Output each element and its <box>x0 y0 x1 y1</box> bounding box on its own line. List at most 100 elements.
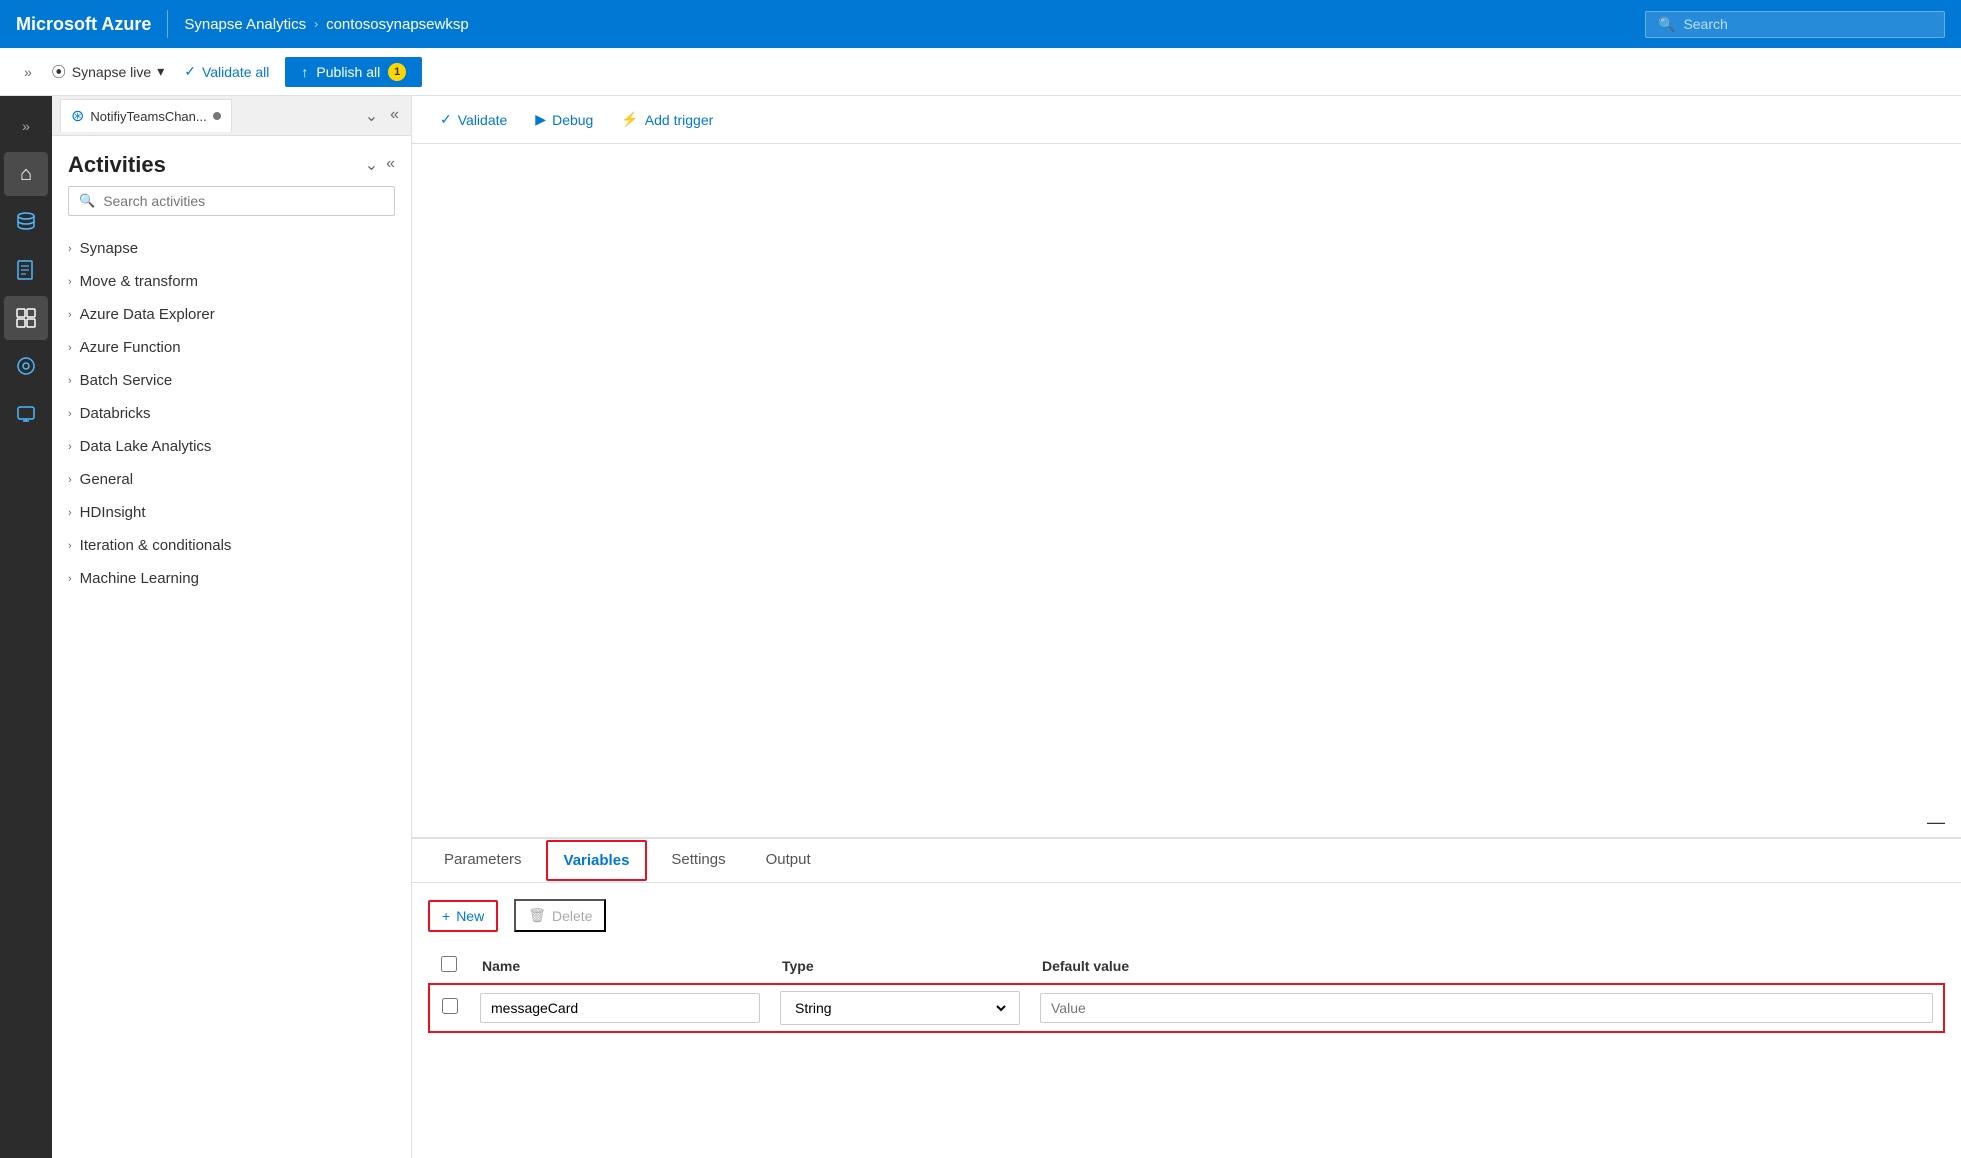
publish-all-button[interactable]: ↑ Publish all 1 <box>285 57 422 87</box>
pipeline-tab[interactable]: ⊛ NotifiyTeamsChan... <box>60 99 232 132</box>
validate-icon: ✓ <box>184 63 196 80</box>
activity-category-item[interactable]: › Data Lake Analytics <box>52 430 411 463</box>
col-header-name: Name <box>470 948 770 984</box>
row-type-cell: String Boolean Array <box>770 984 1030 1032</box>
activity-category-item[interactable]: ›Azure Function <box>52 331 411 364</box>
global-search-box[interactable]: 🔍 <box>1645 11 1945 38</box>
new-btn-label: New <box>456 908 484 924</box>
col-header-checkbox <box>429 948 470 984</box>
category-label: General <box>80 471 133 488</box>
sidebar-item-manage[interactable] <box>4 392 48 436</box>
validate-btn-icon: ✓ <box>440 111 452 128</box>
pipeline-tab-label: NotifiyTeamsChan... <box>90 109 206 124</box>
category-label: Azure Data Explorer <box>80 306 215 323</box>
category-chevron-icon: › <box>68 276 72 288</box>
category-label: Move & transform <box>80 273 198 290</box>
row-checkbox-cell <box>429 984 470 1032</box>
debug-btn-icon: ▶ <box>535 111 546 128</box>
variable-name-input[interactable] <box>480 993 760 1023</box>
activity-category-item[interactable]: › Azure Data Explorer <box>52 298 411 331</box>
validate-all-button[interactable]: ✓ Validate all <box>176 59 277 84</box>
activity-category-item[interactable]: ›Batch Service <box>52 364 411 397</box>
unsaved-indicator <box>213 112 221 120</box>
panel-tab-bar: ⊛ NotifiyTeamsChan... ⌄ « <box>52 96 411 136</box>
activities-search-input[interactable] <box>103 193 384 209</box>
activities-sort-icon[interactable]: ⌄ <box>365 155 378 175</box>
sidebar-collapse-button[interactable]: » <box>4 104 48 148</box>
live-dropdown-icon: ▾ <box>157 63 164 80</box>
add-trigger-button[interactable]: ⚡ Add trigger <box>609 105 725 134</box>
type-select-wrapper[interactable]: String Boolean Array <box>780 991 1020 1025</box>
sidebar-item-home[interactable]: ⌂ <box>4 152 48 196</box>
variables-content: + New 🗑 Delete <box>412 883 1961 1158</box>
debug-btn-label: Debug <box>552 112 593 128</box>
plus-icon: + <box>442 908 450 924</box>
activity-category-item[interactable]: ›Databricks <box>52 397 411 430</box>
variables-toolbar: + New 🗑 Delete <box>428 899 1945 932</box>
delete-variable-button[interactable]: 🗑 Delete <box>514 899 606 932</box>
category-chevron-icon: › <box>68 309 72 321</box>
select-all-checkbox[interactable] <box>441 956 457 972</box>
activities-header: Activities ⌄ « <box>52 136 411 186</box>
variable-type-select[interactable]: String Boolean Array <box>791 999 1009 1017</box>
collapse-left-icon[interactable]: « <box>386 104 403 128</box>
trash-icon: 🗑 <box>528 907 546 924</box>
nav-collapse-button[interactable]: » <box>16 60 40 84</box>
content-toolbar: ✓ Validate ▶ Debug ⚡ Add trigger <box>412 96 1961 144</box>
sidebar-item-documents[interactable] <box>4 248 48 292</box>
activities-collapse-icon[interactable]: « <box>386 155 395 175</box>
canvas-minimize-icon[interactable]: — <box>1927 812 1945 833</box>
trigger-btn-label: Add trigger <box>645 112 713 128</box>
category-chevron-icon: › <box>68 474 72 486</box>
publish-icon: ↑ <box>301 64 308 80</box>
category-label: Data Lake Analytics <box>80 438 212 455</box>
pipeline-canvas[interactable]: — <box>412 144 1961 838</box>
trigger-btn-icon: ⚡ <box>621 111 638 128</box>
brand-label: Microsoft Azure <box>16 14 151 35</box>
activity-category-item[interactable]: ›Synapse <box>52 232 411 265</box>
variables-table-header: Name Type Default value <box>429 948 1944 984</box>
delete-btn-label: Delete <box>552 908 592 924</box>
activities-title: Activities <box>68 152 166 178</box>
sidebar-item-monitor[interactable] <box>4 344 48 388</box>
tab-output[interactable]: Output <box>750 841 827 880</box>
category-chevron-icon: › <box>68 573 72 585</box>
sidebar-item-pipeline[interactable] <box>4 296 48 340</box>
validate-button[interactable]: ✓ Validate <box>428 105 519 134</box>
global-search-input[interactable] <box>1683 16 1932 32</box>
search-icon: 🔍 <box>79 193 95 209</box>
activity-category-item[interactable]: ›Iteration & conditionals <box>52 529 411 562</box>
category-chevron-icon: › <box>68 441 72 453</box>
category-chevron-icon: › <box>68 342 72 354</box>
row-checkbox[interactable] <box>442 998 458 1014</box>
activity-category-item[interactable]: ›HDInsight <box>52 496 411 529</box>
row-default-value-cell <box>1030 984 1944 1032</box>
variables-table: Name Type Default value <box>428 948 1945 1033</box>
publish-badge: 1 <box>388 63 406 81</box>
category-label: Machine Learning <box>80 570 199 587</box>
category-chevron-icon: › <box>68 507 72 519</box>
activities-search-box[interactable]: 🔍 <box>68 186 395 216</box>
tab-variables[interactable]: Variables <box>546 840 648 881</box>
tab-parameters[interactable]: Parameters <box>428 841 538 880</box>
tab-settings[interactable]: Settings <box>655 841 741 880</box>
activities-panel: ⊛ NotifiyTeamsChan... ⌄ « Activities ⌄ «… <box>52 96 412 1158</box>
live-label: Synapse live <box>72 64 151 80</box>
activity-category-item[interactable]: › Machine Learning <box>52 562 411 595</box>
validate-btn-label: Validate <box>458 112 508 128</box>
panel-tab-controls: ⌄ « <box>361 104 403 128</box>
live-icon: ⦿ <box>52 62 66 82</box>
pipeline-network-icon: ⊛ <box>71 106 84 126</box>
category-label: Synapse <box>80 240 138 257</box>
activity-category-item[interactable]: › Move & transform <box>52 265 411 298</box>
publish-label: Publish all <box>316 64 380 80</box>
collapse-down-icon[interactable]: ⌄ <box>361 104 382 128</box>
activities-header-controls: ⌄ « <box>365 155 395 175</box>
sidebar-item-database[interactable] <box>4 200 48 244</box>
new-variable-button[interactable]: + New <box>428 900 498 932</box>
variable-default-input[interactable] <box>1040 993 1933 1023</box>
activity-category-item[interactable]: › General <box>52 463 411 496</box>
category-label: Batch Service <box>80 372 173 389</box>
debug-button[interactable]: ▶ Debug <box>523 105 605 134</box>
synapse-live-button[interactable]: ⦿ Synapse live ▾ <box>44 58 172 86</box>
